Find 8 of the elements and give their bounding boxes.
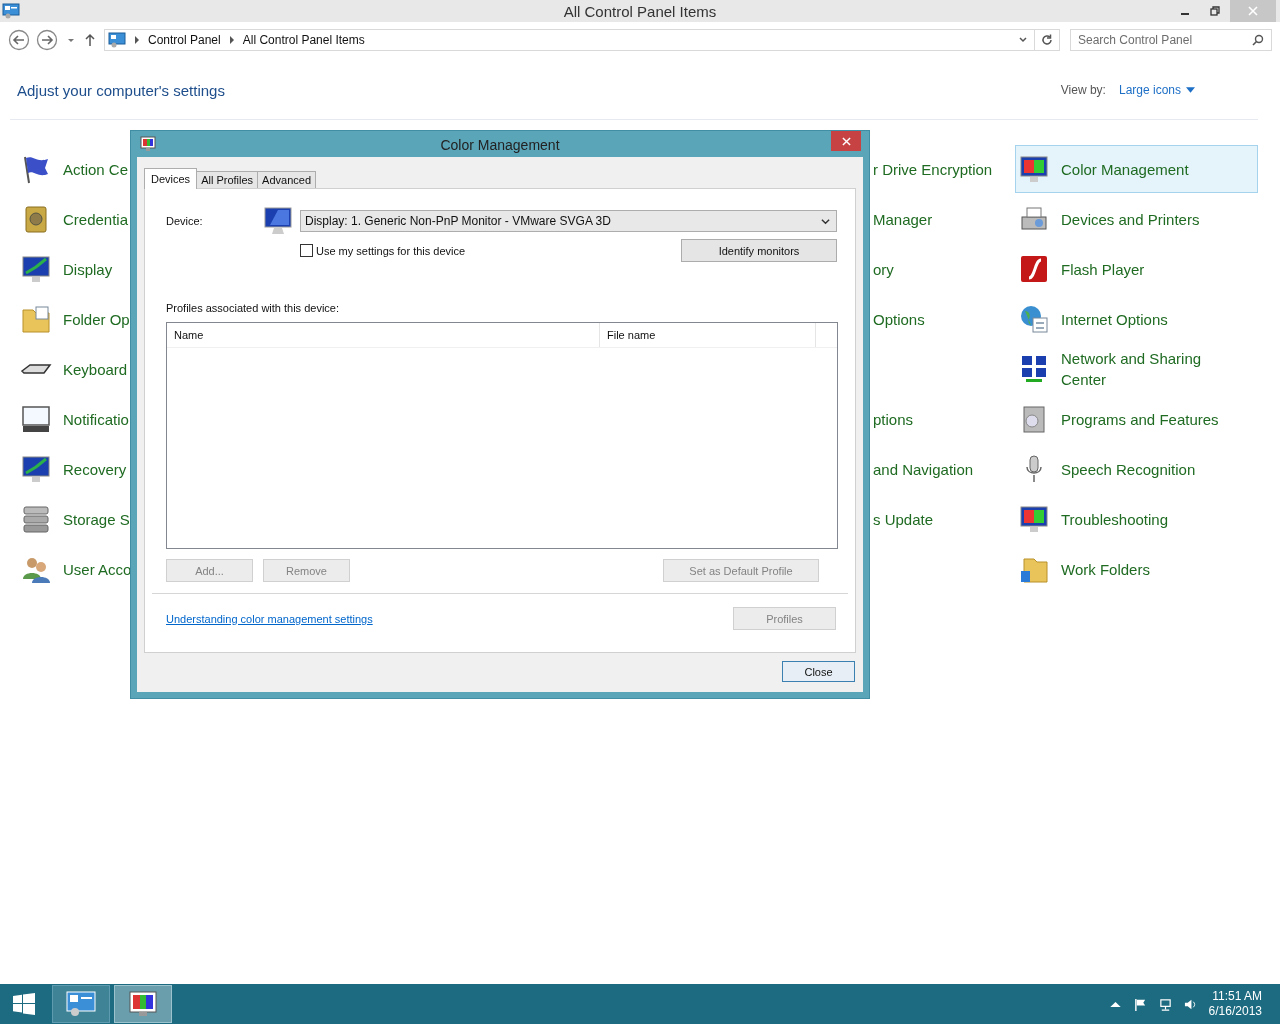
date-text: 6/16/2013 — [1208, 1004, 1262, 1019]
view-by-label: View by: — [1060, 83, 1106, 97]
page-heading: Adjust your computer's settings — [17, 81, 225, 99]
profiles-label: Profiles associated with this device: — [166, 302, 341, 314]
window-title: All Control Panel Items — [562, 2, 718, 20]
dialog-title: Color Management — [439, 137, 561, 153]
device-label: Device: — [166, 215, 204, 227]
time-text: 11:51 AM — [1212, 989, 1262, 1004]
